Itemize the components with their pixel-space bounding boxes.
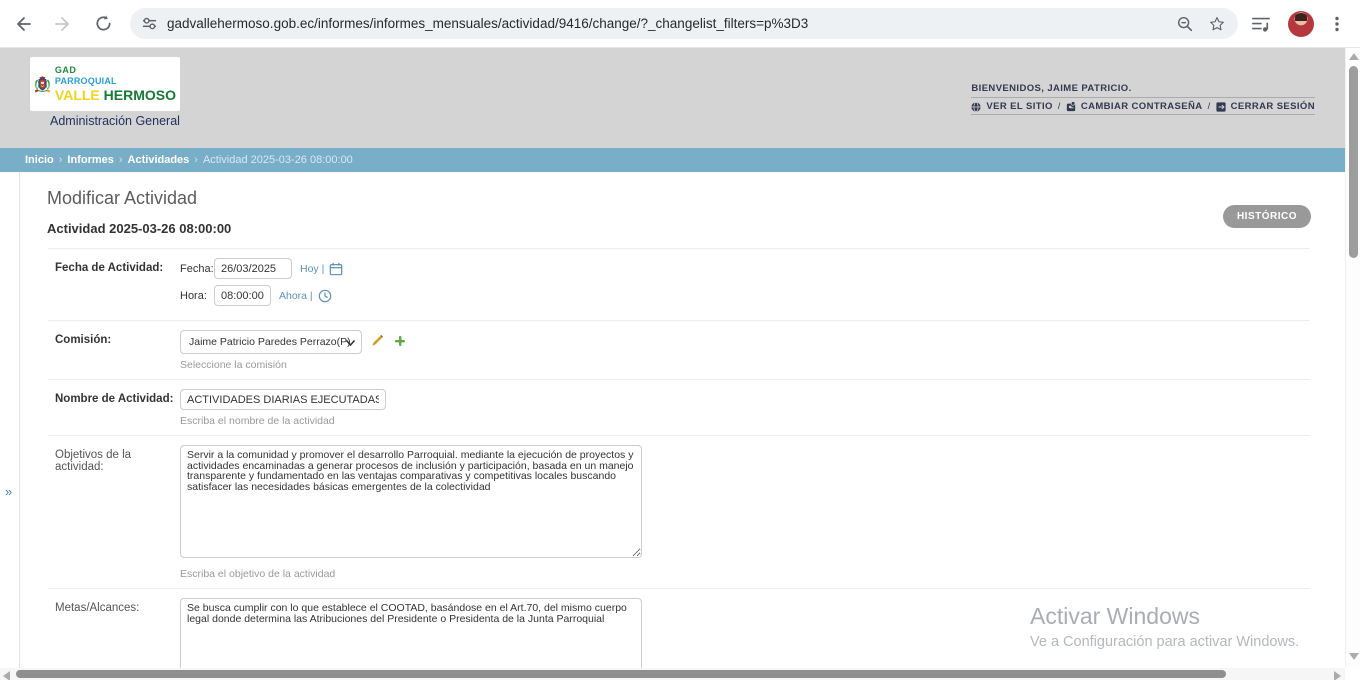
back-icon [13, 14, 33, 34]
user-links: VER EL SITIO / CAMBIAR CONTRASEÑA / CERR… [971, 98, 1315, 115]
back-button[interactable] [6, 7, 40, 41]
welcome-text: BIENVENIDOS, JAIME PATRICIO. [971, 83, 1315, 98]
breadcrumb-inicio[interactable]: Inicio [25, 154, 54, 166]
scrollbar-corner [1345, 668, 1360, 680]
objetivos-textarea[interactable]: Servir a la comunidad y promover el desa… [180, 445, 642, 558]
browser-toolbar: gadvallehermoso.gob.ec/informes/informes… [0, 0, 1360, 48]
row-comision: Comisión: Jaime Patricio Paredes Perrazo… [48, 321, 1310, 380]
view-site-link[interactable]: VER EL SITIO [986, 101, 1052, 112]
profile-avatar[interactable] [1288, 11, 1314, 37]
fecha-sublabel: Fecha: [180, 263, 214, 275]
nombre-help: Escriba el nombre de la actividad [180, 415, 1310, 427]
valle-hermoso-crest-icon [34, 61, 51, 107]
comision-selected-option: Jaime Patricio Paredes Perrazo(P) [189, 336, 351, 348]
scroll-left-arrow[interactable] [3, 671, 10, 680]
add-comision-icon[interactable] [394, 335, 406, 347]
media-controls-icon [1251, 14, 1271, 34]
horizontal-scrollbar[interactable] [0, 668, 1345, 680]
hoy-link[interactable]: Hoy | [300, 263, 324, 275]
scroll-down-arrow[interactable] [1349, 653, 1359, 660]
site-info-icon[interactable] [142, 16, 157, 31]
row-metas: Metas/Alcances: Se busca cumplir con lo … [48, 589, 1310, 668]
change-password-link[interactable]: CAMBIAR CONTRASEÑA [1081, 101, 1203, 112]
fecha-input[interactable] [214, 258, 292, 279]
ahora-link[interactable]: Ahora | [279, 290, 313, 302]
scroll-up-arrow[interactable] [1349, 53, 1359, 60]
zoom-out-icon[interactable] [1176, 15, 1194, 33]
horizontal-scroll-thumb[interactable] [16, 670, 1226, 678]
logo-text: GAD PARROQUIAL VALLE HERMOSO [55, 66, 176, 102]
browser-menu-button[interactable] [1320, 7, 1354, 41]
reload-icon [94, 14, 113, 33]
objetivos-label: Objetivos de la actividad: [55, 445, 180, 580]
change-password-icon [1066, 101, 1076, 112]
page-title: Modificar Actividad [47, 188, 197, 209]
metas-textarea[interactable]: Se busca cumplir con lo que establece el… [180, 598, 642, 668]
row-nombre-actividad: Nombre de Actividad: Escriba el nombre d… [48, 380, 1310, 436]
calendar-icon[interactable] [329, 262, 343, 276]
forward-button[interactable] [46, 7, 80, 41]
logo-line-valle-hermoso: VALLE HERMOSO [55, 88, 176, 102]
site-header: GAD PARROQUIAL VALLE HERMOSO Administrac… [0, 48, 1345, 148]
logo-line-parroquial: PARROQUIAL [55, 77, 176, 86]
chevron-down-icon [346, 340, 355, 346]
sidebar-rail: » [0, 172, 20, 668]
logout-icon [1216, 102, 1226, 112]
breadcrumb: Inicio › Informes › Actividades › Activi… [0, 148, 1345, 172]
activity-form: Fecha de Actividad: Fecha: Hoy | [48, 248, 1310, 668]
reload-button[interactable] [86, 7, 120, 41]
row-fecha-actividad: Fecha de Actividad: Fecha: Hoy | [48, 249, 1310, 321]
page: GAD PARROQUIAL VALLE HERMOSO Administrac… [0, 48, 1345, 668]
nombre-input[interactable] [180, 389, 386, 410]
edit-comision-icon[interactable] [371, 334, 384, 347]
hora-sublabel: Hora: [180, 290, 214, 302]
hora-input[interactable] [214, 285, 271, 306]
vertical-scrollbar[interactable] [1345, 48, 1360, 668]
fecha-actividad-label: Fecha de Actividad: [55, 258, 180, 312]
comision-help: Seleccione la comisión [180, 359, 1310, 371]
nombre-label: Nombre de Actividad: [55, 389, 180, 427]
historic-button[interactable]: HISTÓRICO [1223, 205, 1311, 228]
object-title: Actividad 2025-03-26 08:00:00 [47, 221, 231, 236]
url-text[interactable]: gadvallehermoso.gob.ec/informes/informes… [167, 16, 1168, 31]
logout-link[interactable]: CERRAR SESIÓN [1231, 101, 1315, 112]
breadcrumb-actividades[interactable]: Actividades [128, 154, 190, 166]
sidebar-toggle-button[interactable]: » [5, 484, 12, 499]
scroll-right-arrow[interactable] [1334, 671, 1341, 680]
objetivos-help: Escriba el objetivo de la actividad [180, 568, 1310, 580]
user-tools: BIENVENIDOS, JAIME PATRICIO. VER EL SITI… [971, 83, 1315, 115]
main-content: » Modificar Actividad HISTÓRICO Activida… [0, 172, 1345, 668]
media-controls-button[interactable] [1244, 7, 1278, 41]
forward-icon [53, 14, 73, 34]
breadcrumb-informes[interactable]: Informes [67, 154, 113, 166]
vertical-scroll-thumb[interactable] [1349, 66, 1358, 258]
globe-icon [971, 102, 981, 112]
clock-icon[interactable] [318, 289, 332, 303]
comision-select[interactable]: Jaime Patricio Paredes Perrazo(P) [180, 330, 362, 354]
comision-label: Comisión: [55, 330, 180, 371]
row-objetivos: Objetivos de la actividad: Servir a la c… [48, 436, 1310, 589]
breadcrumb-current: Actividad 2025-03-26 08:00:00 [203, 154, 353, 166]
site-subtitle-link[interactable]: Administración General [50, 114, 180, 128]
site-logo[interactable]: GAD PARROQUIAL VALLE HERMOSO [30, 57, 180, 111]
metas-label: Metas/Alcances: [55, 598, 180, 668]
logo-line-gad: GAD [55, 66, 176, 75]
three-dots-menu-icon [1328, 15, 1346, 33]
address-bar[interactable]: gadvallehermoso.gob.ec/informes/informes… [130, 8, 1238, 39]
bookmark-star-icon[interactable] [1208, 15, 1226, 33]
